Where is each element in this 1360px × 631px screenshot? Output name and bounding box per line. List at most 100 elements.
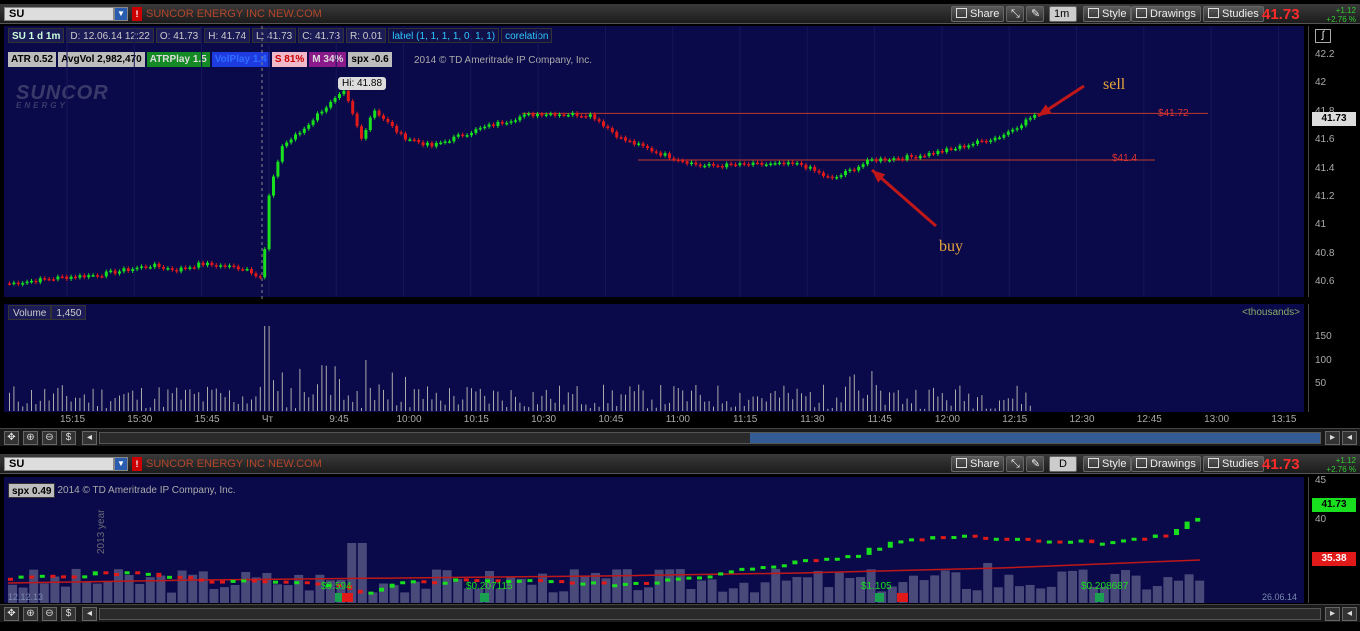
daily-candle [707,575,713,579]
scroll-left-icon[interactable]: ◂ [82,607,97,621]
daily-candle [538,579,543,583]
drag-icon[interactable]: ✥ [4,607,19,621]
daily-candle [1004,537,1010,541]
daily-candle [220,580,225,584]
bottom-scrollbar[interactable] [99,608,1321,620]
daily-candle [972,534,978,538]
volume-tick: 100 [1315,354,1332,366]
daily-candle [368,591,374,595]
daily-volume-bar [993,587,1003,603]
daily-volume-bar [1036,588,1046,603]
zoom-in-icon[interactable]: ⊕ [23,431,38,445]
expand-icon[interactable]: ◂ [1342,607,1357,621]
daily-volume-bar [167,592,176,603]
time-tick: 10:30 [531,414,557,425]
zoom-out-icon[interactable]: ⊖ [42,607,57,621]
dollar-icon[interactable]: $ [61,431,76,445]
axis-settings-icon[interactable]: ∫ [1315,29,1331,43]
time-tick: 12:00 [934,414,960,425]
daily-volume-bar [1142,589,1152,603]
daily-volume-bar [1174,580,1183,603]
daily-volume-bar [50,576,60,603]
daily-candle [1110,541,1116,545]
time-tick: 11:15 [733,414,758,425]
price-tick: 41.2 [1315,191,1335,202]
daily-volume-bar [834,572,844,603]
daily-candle [686,576,692,580]
daily-volume-bar [728,588,738,603]
daily-candle [273,580,278,584]
daily-candle [622,582,628,586]
daily-candle [856,554,861,558]
daily-candle [750,567,755,571]
daily-volume-bar [909,575,918,603]
daily-volume-bar [559,591,569,603]
daily-volume-bar [82,582,92,603]
zoom-in-icon[interactable]: ⊕ [23,607,38,621]
daily-candle [898,540,904,544]
expand-icon[interactable]: ◂ [1342,431,1357,445]
daily-candle [1163,534,1169,538]
daily-volume-bar [803,577,812,603]
daily-candle [1121,539,1126,543]
scroll-right-icon[interactable]: ▸ [1325,607,1340,621]
price-change: +1.12 +2.76 % [1326,456,1356,474]
top-scrollbar[interactable] [99,432,1321,444]
drag-icon[interactable]: ✥ [4,431,19,445]
daily-volume-bar [103,580,113,603]
daily-volume-bar [304,590,314,603]
ma-price-tag: 35.38 [1312,552,1356,566]
daily-volume-bar [1004,574,1014,603]
time-axis: 15:15 15:30 15:45 Чт 9:45 10:00 10:15 10:30 10:4… [4,413,1304,427]
start-date: 12.12.13 [8,592,44,602]
year-label: 2013 year [96,509,107,554]
daily-candle [304,581,310,585]
daily-candle [569,581,575,585]
scroll-thumb[interactable] [750,433,1320,443]
daily-candle [559,580,565,584]
daily-candle [294,581,300,585]
daily-volume-bar [379,583,388,603]
daily-candle [813,559,819,563]
daily-volume-bar [432,569,441,603]
daily-candle [453,578,459,582]
time-tick: 10:00 [396,414,422,425]
daily-candle [92,571,98,576]
daily-candle [654,581,660,585]
daily-candle [760,566,766,570]
daily-candle [135,571,141,575]
time-tick: Чт [261,414,274,425]
daily-volume-bar [750,592,759,603]
daily-candle [909,538,914,542]
daily-candle [675,577,681,581]
scroll-left-icon[interactable]: ◂ [82,431,97,445]
daily-volume-bar [940,570,950,603]
dollar-icon[interactable]: $ [61,607,76,621]
daily-volume-bar [1163,577,1173,603]
time-tick: 13:15 [1271,414,1297,425]
daily-candle [1131,537,1137,541]
time-tick: 12:45 [1136,414,1162,425]
daily-candle [262,580,268,584]
daily-volume-bar [972,590,982,603]
daily-candle [739,567,745,571]
daily-candle [866,547,872,555]
daily-candle [188,576,194,580]
daily-volume-bar [548,592,558,603]
price-tick: 42 [1315,77,1327,89]
price-tick: 41.4 [1315,162,1335,174]
daily-candle [198,578,204,582]
scroll-right-icon[interactable]: ▸ [1325,431,1340,445]
time-tick: 15:15 [60,414,86,425]
daily-volume-bar [792,577,802,603]
dividend-label: $0.207115 [466,581,513,592]
daily-candle [209,580,215,584]
daily-candle [283,580,289,584]
daily-candle [1142,537,1148,541]
daily-volume-bar [198,571,208,603]
zoom-out-icon[interactable]: ⊖ [42,431,57,445]
daily-volume-bar [71,568,81,603]
dividend-icon [1095,593,1104,602]
price-tick: 40.8 [1315,247,1335,259]
bottom-nav-bar: ✥ ⊕ ⊖ $ ◂ ▸ ◂ [0,604,1360,622]
